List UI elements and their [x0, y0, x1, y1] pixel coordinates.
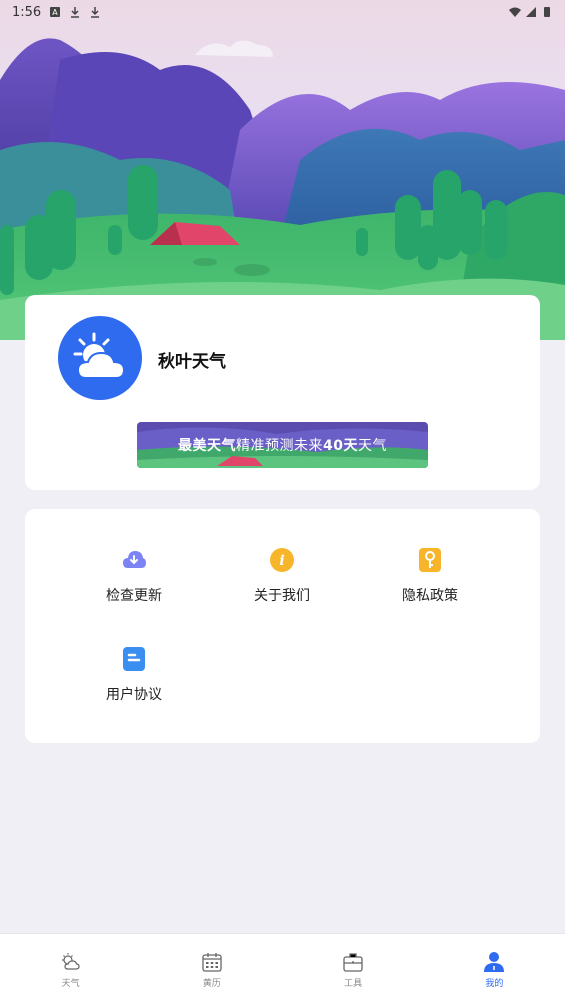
svg-text:A: A [52, 8, 58, 17]
menu-user-agreement[interactable]: 用户协议 [69, 646, 199, 726]
menu-privacy-policy[interactable]: 隐私政策 [365, 547, 495, 627]
svg-text:i: i [279, 553, 284, 569]
notification-app-icon: A [50, 7, 61, 17]
tab-weather-label: 天气 [61, 979, 80, 989]
battery-icon [544, 7, 550, 17]
info-icon: i [270, 548, 294, 572]
document-icon [123, 647, 145, 671]
menu-about-us-label: 关于我们 [254, 588, 310, 604]
cloud-download-icon [123, 551, 146, 568]
calendar-icon [202, 953, 222, 972]
tab-almanac-label: 黄历 [202, 979, 221, 989]
key-icon [419, 548, 441, 572]
app-avatar [58, 316, 142, 400]
menu-card: 检查更新 i 关于我们 隐私政策 用户协议 [25, 509, 540, 743]
banner-text-part4: 天气 [357, 438, 387, 454]
profile-card: 秋叶天气 最美天气 精准预测未来 40天 天气 [25, 295, 540, 490]
banner-text-part2: 精准预测未来 [236, 438, 323, 454]
hero-landscape-illustration [0, 0, 565, 340]
promo-banner[interactable]: 最美天气 精准预测未来 40天 天气 [137, 422, 428, 468]
menu-user-agreement-label: 用户协议 [106, 687, 162, 703]
wifi-icon [509, 7, 521, 17]
banner-text-part3: 40天 [323, 438, 358, 454]
banner-text-part1: 最美天气 [178, 438, 236, 454]
download-icon [91, 7, 100, 18]
status-bar: 1:56 A [0, 0, 565, 24]
tab-almanac[interactable]: 黄历 [141, 934, 282, 1005]
download-icon [71, 7, 80, 18]
weather-icon [61, 953, 80, 970]
menu-check-update-label: 检查更新 [106, 588, 162, 604]
tab-weather[interactable]: 天气 [0, 934, 141, 1005]
tab-mine-label: 我的 [485, 979, 504, 989]
app-name: 秋叶天气 [158, 352, 226, 372]
tab-tools-label: 工具 [344, 979, 363, 989]
menu-check-update[interactable]: 检查更新 [69, 547, 199, 627]
menu-privacy-policy-label: 隐私政策 [402, 588, 458, 604]
status-time: 1:56 [12, 4, 42, 20]
menu-about-us[interactable]: i 关于我们 [217, 547, 347, 627]
toolbox-icon [343, 953, 363, 972]
tab-mine[interactable]: 我的 [424, 934, 565, 1005]
banner-text: 最美天气 精准预测未来 40天 天气 [137, 422, 428, 468]
signal-icon [526, 7, 536, 17]
user-icon [484, 952, 505, 972]
sun-cloud-icon [73, 332, 126, 379]
tab-tools[interactable]: 工具 [283, 934, 424, 1005]
bottom-tab-bar: 天气 黄历 工具 我的 [0, 933, 565, 1005]
